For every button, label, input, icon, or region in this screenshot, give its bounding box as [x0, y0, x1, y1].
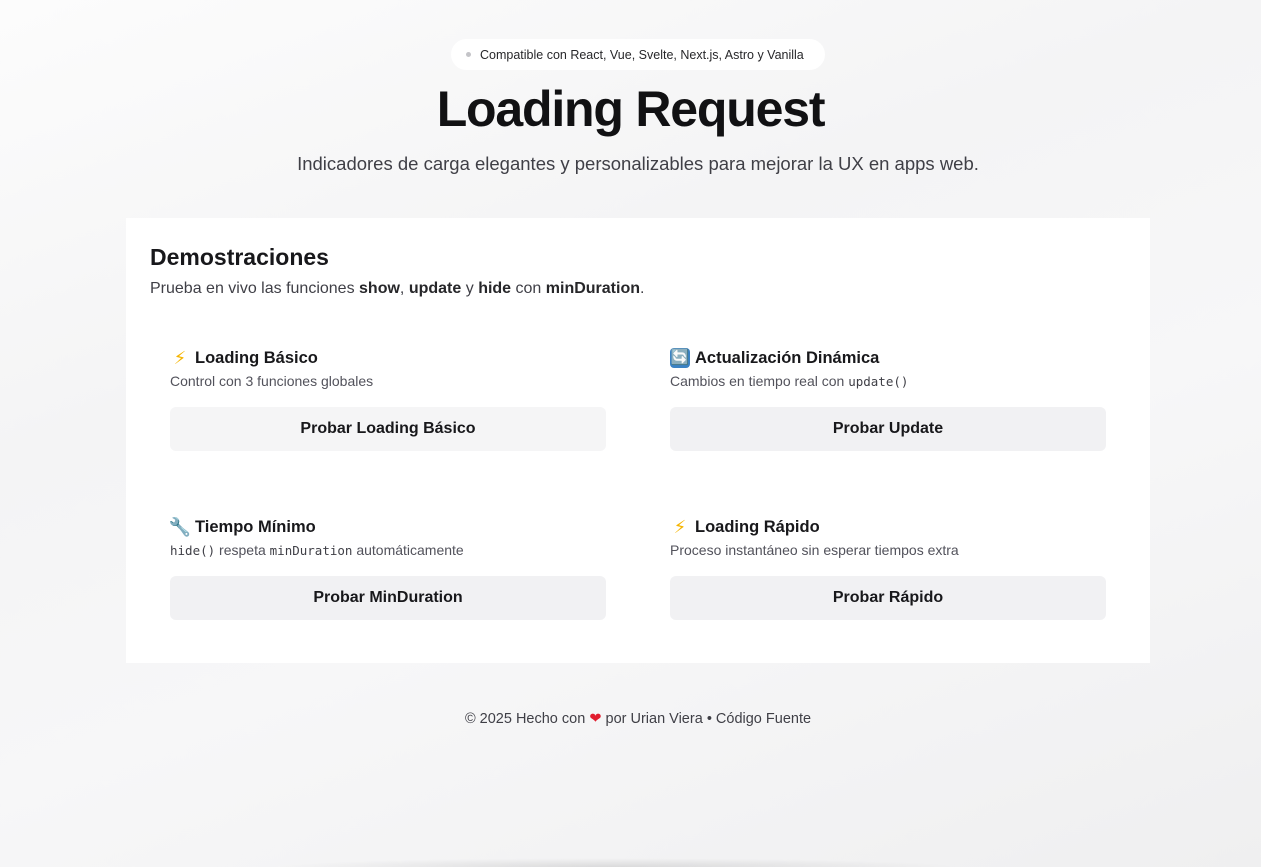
fn-minduration-label: minDuration — [545, 280, 640, 297]
card-header: ⚡ Loading Básico — [170, 347, 606, 369]
desc-word-con: con — [515, 280, 542, 297]
desc-period: . — [640, 280, 645, 297]
page-subtitle: Indicadores de carga elegantes y persona… — [297, 153, 979, 174]
card-subtitle: Cambios en tiempo real con update() — [670, 371, 1106, 391]
fn-update-label: update — [408, 280, 462, 297]
card-subtitle-text: Cambios en tiempo real con — [670, 373, 845, 389]
desc-word-y: y — [465, 280, 474, 297]
refresh-arrows-icon: 🔄 — [670, 348, 690, 368]
heart-icon: ❤ — [589, 711, 602, 727]
high-voltage-icon: ⚡ — [673, 517, 687, 537]
code-update: update() — [848, 374, 909, 389]
card-subtitle-mid: respeta — [219, 542, 266, 558]
demos-title: Demostraciones — [150, 244, 329, 270]
bottom-shadow — [270, 858, 960, 867]
card-subtitle: Proceso instantáneo sin esperar tiempos … — [670, 542, 959, 558]
try-basic-loading-button[interactable]: Probar Loading Básico — [170, 407, 606, 451]
card-title: Tiempo Mínimo — [195, 517, 316, 536]
try-update-button[interactable]: Probar Update — [670, 407, 1106, 451]
footer: © 2025 Hecho con ❤ por Urian Viera • Cód… — [0, 711, 1261, 727]
demos-panel: Demostraciones Prueba en vivo las funcio… — [126, 218, 1150, 663]
card-subtitle: Control con 3 funciones globales — [170, 373, 374, 389]
card-subtitle-end: automáticamente — [356, 542, 464, 558]
high-voltage-icon: ⚡ — [173, 348, 187, 368]
compatibility-badge: Compatible con React, Vue, Svelte, Next.… — [451, 39, 825, 70]
card-header: 🔧 Tiempo Mínimo — [168, 516, 606, 538]
card-title: Loading Rápido — [695, 517, 820, 536]
fn-hide-label: hide — [478, 280, 512, 297]
code-minduration: minDuration — [269, 543, 353, 558]
card-header: ⚡ Loading Rápido — [670, 516, 1106, 538]
try-minduration-button[interactable]: Probar MinDuration — [170, 576, 606, 620]
demos-desc-prefix: Prueba en vivo las funciones — [150, 280, 355, 297]
code-hide: hide() — [170, 543, 216, 558]
demo-card-basic: ⚡ Loading Básico Control con 3 funciones… — [170, 347, 606, 451]
demos-description: Prueba en vivo las funciones show, updat… — [150, 280, 644, 298]
card-title: Loading Básico — [195, 348, 318, 367]
card-subtitle: hide() respeta minDuration automáticamen… — [170, 540, 606, 560]
footer-separator: • — [706, 711, 712, 727]
badge-dot-icon — [466, 52, 471, 57]
wrench-icon: 🔧 — [168, 517, 192, 537]
fn-show-label: show — [359, 280, 400, 297]
footer-copyright: © 2025 Hecho con — [464, 711, 586, 727]
desc-comma: , — [399, 280, 405, 297]
footer-by: por — [605, 711, 627, 727]
badge-text: Compatible con React, Vue, Svelte, Next.… — [480, 47, 804, 62]
demo-card-update: 🔄 Actualización Dinámica Cambios en tiem… — [670, 347, 1106, 451]
demo-card-minduration: 🔧 Tiempo Mínimo hide() respeta minDurati… — [168, 516, 606, 620]
card-title: Actualización Dinámica — [695, 348, 880, 367]
page-title: Loading Request — [436, 81, 826, 137]
source-code-link[interactable]: Código Fuente — [716, 711, 811, 727]
demo-card-fast: ⚡ Loading Rápido Proceso instantáneo sin… — [670, 516, 1106, 620]
author-link[interactable]: Urian Viera — [631, 711, 703, 727]
try-fast-button[interactable]: Probar Rápido — [670, 576, 1106, 620]
card-header: 🔄 Actualización Dinámica — [670, 347, 1106, 369]
